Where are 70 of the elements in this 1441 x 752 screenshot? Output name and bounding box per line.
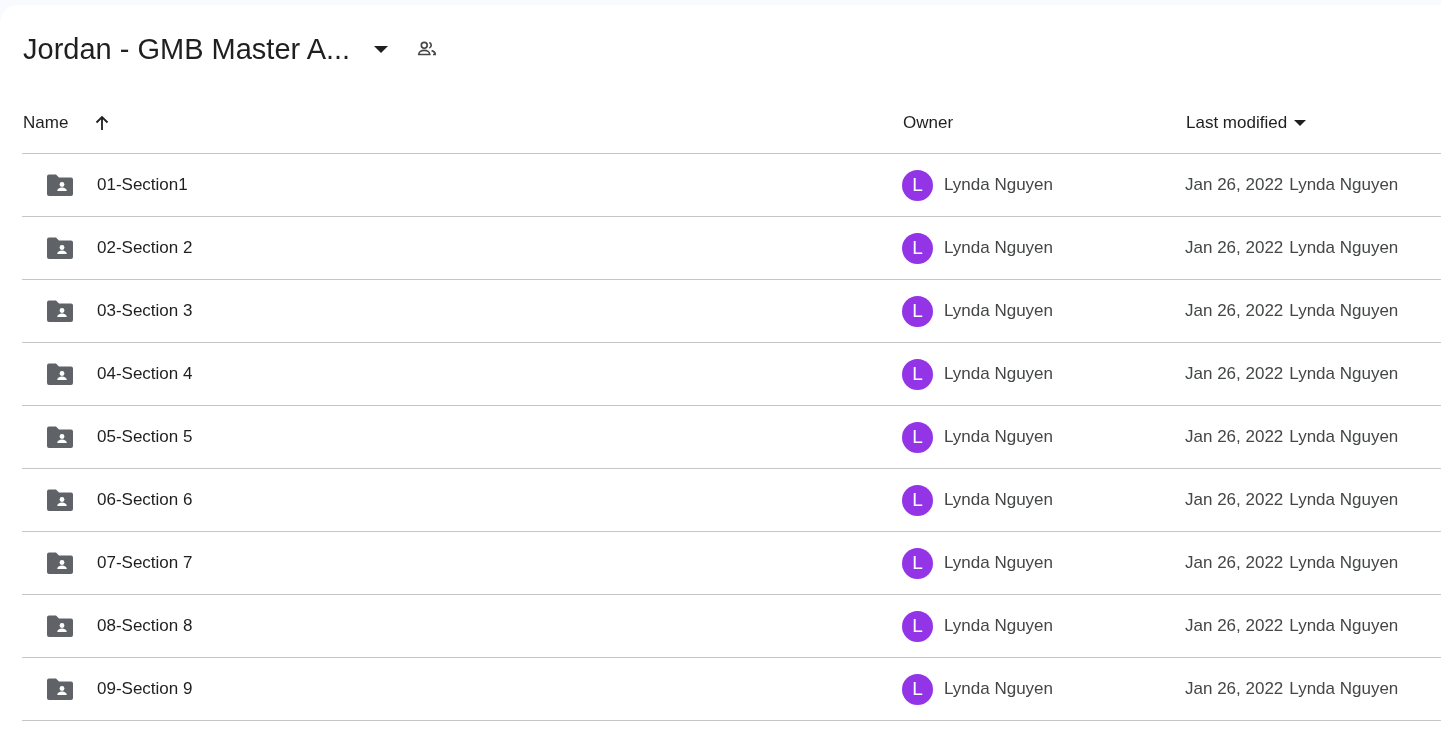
- sort-caret-icon[interactable]: [1294, 120, 1307, 126]
- folder-name: 05-Section 5: [97, 427, 193, 447]
- shared-folder-icon: [47, 678, 73, 700]
- column-header[interactable]: Owner: [902, 113, 954, 133]
- modified-by: Lynda Nguyen: [1289, 679, 1399, 699]
- file-row[interactable]: 04-Section 4 L Lynda Nguyen Jan 26, 2022 Lynda Nguyen: [22, 343, 1441, 406]
- owner-name: Lynda Nguyen: [944, 364, 1053, 384]
- modified-by: Lynda Nguyen: [1289, 238, 1399, 258]
- avatar: L: [902, 484, 933, 516]
- modified-date: Jan 26, 2022: [1185, 490, 1284, 510]
- owner-name: Lynda Nguyen: [944, 175, 1053, 195]
- file-row[interactable]: 06-Section 6 L Lynda Nguyen Jan 26, 2022 Lynda Nguyen: [22, 469, 1441, 532]
- avatar: L: [902, 421, 933, 453]
- column-header[interactable]: Name: [22, 113, 69, 133]
- avatar: L: [902, 547, 933, 579]
- modified-by: Lynda Nguyen: [1289, 490, 1399, 510]
- modified-by: Lynda Nguyen: [1289, 616, 1399, 636]
- modified-date: Jan 26, 2022: [1185, 616, 1284, 636]
- avatar: L: [902, 295, 933, 327]
- file-row[interactable]: 08-Section 8 L Lynda Nguyen Jan 26, 2022 Lynda Nguyen: [22, 595, 1441, 658]
- owner-name: Lynda Nguyen: [944, 427, 1053, 447]
- avatar: L: [902, 358, 933, 390]
- file-row[interactable]: 03-Section 3 L Lynda Nguyen Jan 26, 2022 Lynda Nguyen: [22, 280, 1441, 343]
- owner-name: Lynda Nguyen: [944, 553, 1053, 573]
- modified-date: Jan 26, 2022: [1185, 364, 1284, 384]
- shared-folder-icon: [47, 174, 73, 196]
- modified-by: Lynda Nguyen: [1289, 553, 1399, 573]
- avatar: L: [902, 610, 933, 642]
- shared-folder-icon: [47, 426, 73, 448]
- column-header[interactable]: Last modified: [1185, 113, 1288, 133]
- folder-name: 07-Section 7: [97, 553, 193, 573]
- modified-date: Jan 26, 2022: [1185, 553, 1284, 573]
- modified-date: Jan 26, 2022: [1185, 175, 1284, 195]
- owner-name: Lynda Nguyen: [944, 616, 1053, 636]
- shared-folder-icon: [47, 363, 73, 385]
- modified-date: Jan 26, 2022: [1185, 301, 1284, 321]
- file-row[interactable]: 09-Section 9 L Lynda Nguyen Jan 26, 2022 Lynda Nguyen: [22, 658, 1441, 721]
- folder-name: 01-Section1: [97, 175, 188, 195]
- dropdown-caret-icon[interactable]: [374, 45, 389, 53]
- shared-folder-icon: [47, 300, 73, 322]
- folder-name: 04-Section 4: [97, 364, 193, 384]
- shared-folder-icon: [47, 552, 73, 574]
- file-row[interactable]: 07-Section 7 L Lynda Nguyen Jan 26, 2022 Lynda Nguyen: [22, 532, 1441, 595]
- modified-date: Jan 26, 2022: [1185, 679, 1284, 699]
- folder-title: Jordan - GMB Master A...: [22, 32, 351, 66]
- shared-folder-icon: [47, 237, 73, 259]
- modified-by: Lynda Nguyen: [1289, 175, 1399, 195]
- owner-name: Lynda Nguyen: [944, 301, 1053, 321]
- file-row[interactable]: 01-Section1 L Lynda Nguyen Jan 26, 2022 Lynda Nguyen: [22, 154, 1441, 217]
- modified-date: Jan 26, 2022: [1185, 427, 1284, 447]
- owner-name: Lynda Nguyen: [944, 679, 1053, 699]
- owner-name: Lynda Nguyen: [944, 490, 1053, 510]
- avatar: L: [902, 232, 933, 264]
- shared-folder-icon: [47, 489, 73, 511]
- folder-name: 09-Section 9: [97, 679, 193, 699]
- folder-name: 02-Section 2: [97, 238, 193, 258]
- modified-date: Jan 26, 2022: [1185, 238, 1284, 258]
- avatar: L: [902, 673, 933, 705]
- modified-by: Lynda Nguyen: [1289, 364, 1399, 384]
- file-row[interactable]: 05-Section 5 L Lynda Nguyen Jan 26, 2022 Lynda Nguyen: [22, 406, 1441, 469]
- modified-by: Lynda Nguyen: [1289, 301, 1399, 321]
- folder-name: 06-Section 6: [97, 490, 193, 510]
- avatar: L: [902, 169, 933, 201]
- modified-by: Lynda Nguyen: [1289, 427, 1399, 447]
- file-row[interactable]: 02-Section 2 L Lynda Nguyen Jan 26, 2022 Lynda Nguyen: [22, 217, 1441, 280]
- sort-arrow-up-icon[interactable]: [94, 115, 111, 131]
- owner-name: Lynda Nguyen: [944, 238, 1053, 258]
- folder-name: 08-Section 8: [97, 616, 193, 636]
- folder-name: 03-Section 3: [97, 301, 193, 321]
- shared-folder-icon: [47, 615, 73, 637]
